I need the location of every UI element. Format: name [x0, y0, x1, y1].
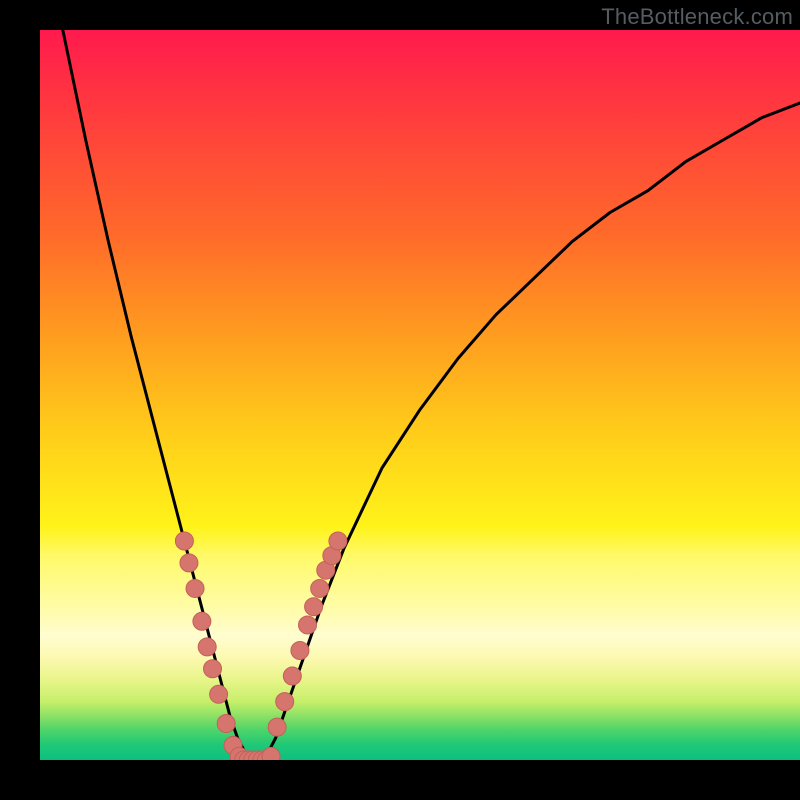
marker-right-branch-markers [291, 642, 309, 660]
marker-left-branch-markers [186, 579, 204, 597]
marker-left-branch-markers [198, 638, 216, 656]
marker-left-branch-markers [193, 612, 211, 630]
marker-right-branch-markers [299, 616, 317, 634]
marker-right-branch-markers [268, 718, 286, 736]
marker-left-branch-markers [204, 660, 222, 678]
marker-right-branch-markers [283, 667, 301, 685]
curve-curve [40, 30, 800, 760]
marker-left-branch-markers [175, 532, 193, 550]
chart-svg [40, 30, 800, 760]
marker-left-branch-markers [210, 685, 228, 703]
marker-right-branch-markers [276, 693, 294, 711]
marker-left-branch-markers [180, 554, 198, 572]
marker-right-branch-markers [305, 598, 323, 616]
plot-area [40, 30, 800, 760]
watermark-text: TheBottleneck.com [601, 4, 793, 30]
marker-left-branch-markers [217, 715, 235, 733]
chart-frame: TheBottleneck.com [0, 0, 800, 800]
marker-valley-markers [262, 747, 280, 760]
marker-right-branch-markers [329, 532, 347, 550]
marker-right-branch-markers [311, 579, 329, 597]
